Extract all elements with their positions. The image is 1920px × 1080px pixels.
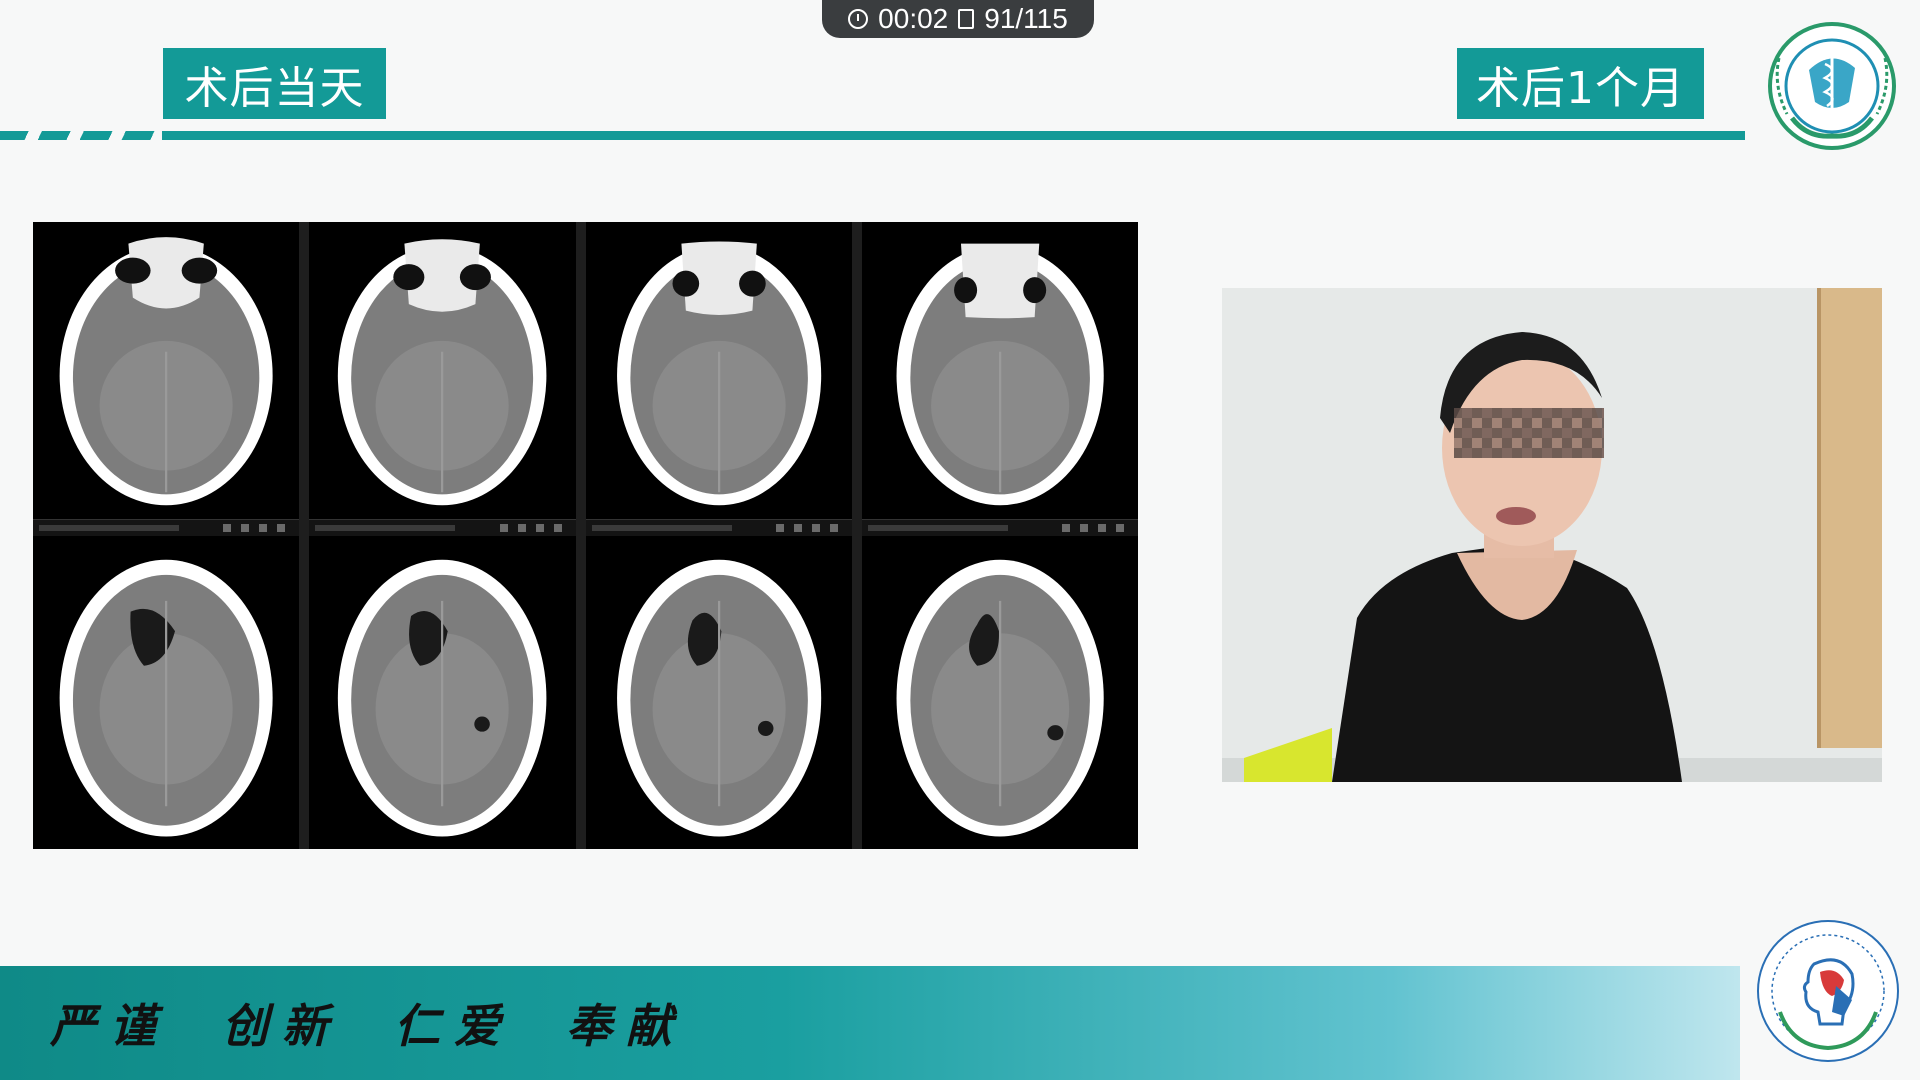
ct-slice bbox=[861, 222, 1138, 536]
ct-slice bbox=[585, 222, 862, 536]
slide-counter-icon bbox=[958, 9, 975, 29]
playback-overlay: 00:02 91/115 bbox=[822, 0, 1094, 38]
label-postop-day: 术后当天 bbox=[163, 48, 386, 119]
motto-word: 奉献 bbox=[566, 999, 686, 1053]
elapsed-time: 00:02 bbox=[878, 3, 949, 34]
ct-slice bbox=[862, 536, 1138, 850]
clock-icon bbox=[848, 9, 869, 29]
motto-word: 仁爱 bbox=[394, 999, 514, 1053]
label-postop-month: 术后1个月 bbox=[1457, 48, 1704, 119]
center-emblem bbox=[1752, 916, 1904, 1066]
ct-slice bbox=[309, 222, 586, 536]
header-dashes bbox=[0, 131, 160, 140]
header-rule bbox=[162, 131, 1745, 140]
motto-word: 创新 bbox=[222, 999, 342, 1053]
slide-counter: 91/115 bbox=[984, 3, 1068, 34]
motto-banner: 严谨 创新 仁爱 奉献 bbox=[0, 966, 1740, 1080]
hospital-emblem bbox=[1757, 18, 1907, 154]
ct-slice bbox=[33, 222, 310, 536]
ct-scan-grid bbox=[33, 222, 1138, 849]
patient-photo bbox=[1222, 288, 1882, 782]
motto-word: 严谨 bbox=[50, 999, 170, 1053]
ct-slice bbox=[586, 535, 862, 849]
ct-slice bbox=[309, 535, 586, 849]
motto: 严谨 创新 仁爱 奉献 bbox=[50, 966, 686, 1080]
ct-slice bbox=[33, 535, 310, 849]
